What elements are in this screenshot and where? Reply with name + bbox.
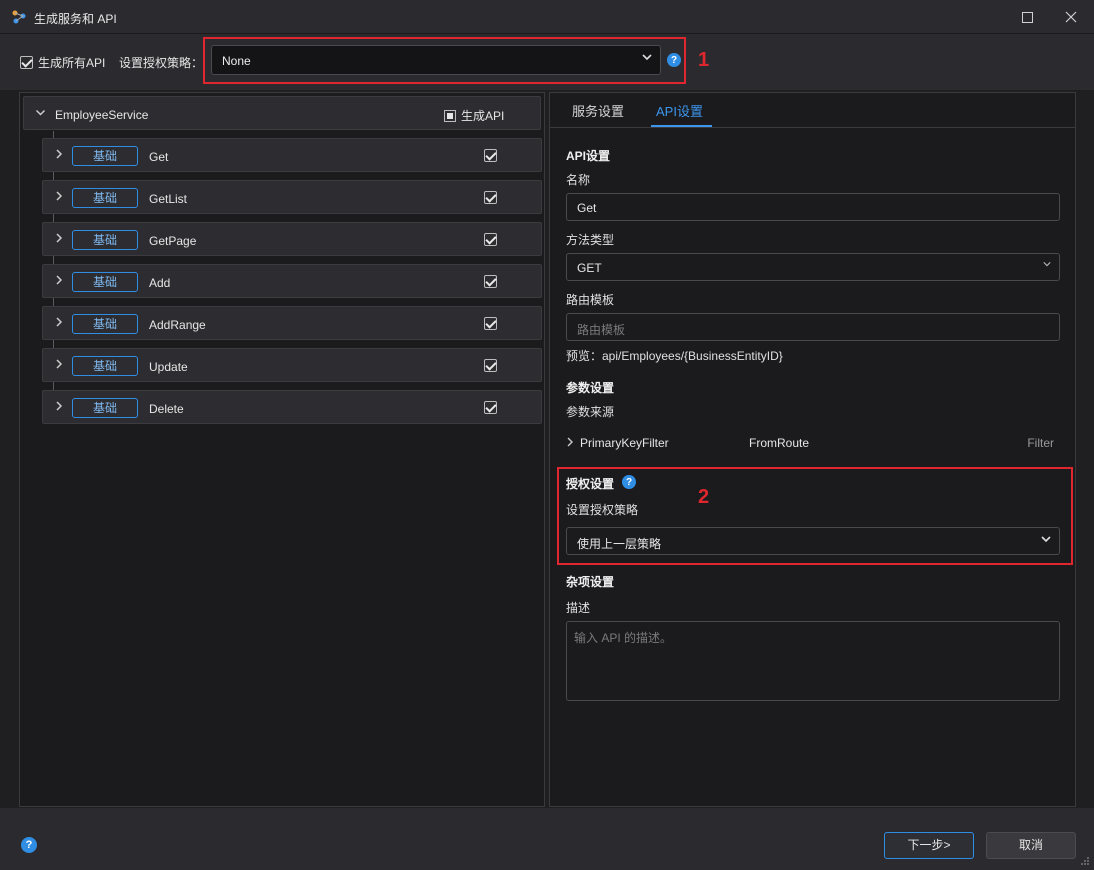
method-select[interactable]: GET (566, 253, 1060, 281)
api-name: Delete (149, 402, 184, 416)
param-row[interactable]: PrimaryKeyFilter FromRoute Filter (566, 435, 1060, 451)
api-name: AddRange (149, 318, 206, 332)
api-tag: 基础 (72, 272, 138, 292)
api-name: Get (149, 150, 169, 164)
api-row-getlist[interactable]: 基础 GetList (42, 180, 542, 214)
route-preview: 预览：api/Employees/{BusinessEntityID} (566, 349, 783, 363)
api-row-addrange[interactable]: 基础 AddRange (42, 306, 542, 340)
name-value: Get (577, 201, 597, 215)
cancel-button[interactable]: 取消 (986, 832, 1076, 859)
chevron-down-icon (1041, 534, 1051, 547)
title-bar: 生成服务和 API (0, 0, 1094, 34)
param-source: FromRoute (749, 436, 810, 450)
api-checkbox[interactable] (484, 317, 497, 330)
api-tag: 基础 (72, 188, 138, 208)
api-checkbox[interactable] (484, 149, 497, 162)
description-placeholder: 输入 API 的描述。 (574, 631, 673, 645)
next-button[interactable]: 下一步> (884, 832, 974, 859)
generate-api-toggle[interactable]: 生成API (444, 107, 504, 124)
settings-tabs: 服务设置 API设置 (550, 93, 1075, 128)
api-name: GetList (149, 192, 188, 206)
app-icon (12, 10, 26, 24)
service-tree-panel: EmployeeService 生成API 基础 Get 基础 GetList … (19, 92, 545, 807)
api-checkbox[interactable] (484, 275, 497, 288)
close-icon[interactable] (1060, 6, 1082, 28)
chevron-down-icon (642, 52, 652, 65)
api-tag: 基础 (72, 146, 138, 166)
method-value: GET (577, 261, 602, 275)
name-label: 名称 (566, 173, 591, 187)
api-row-update[interactable]: 基础 Update (42, 348, 542, 382)
param-settings-title: 参数设置 (566, 381, 615, 395)
help-icon[interactable]: ? (21, 837, 37, 853)
checkbox-icon[interactable] (20, 56, 33, 69)
chevron-right-icon[interactable] (54, 315, 64, 332)
api-name: Update (149, 360, 188, 374)
auth-policy-value: None (222, 54, 251, 68)
api-tag: 基础 (72, 356, 138, 376)
api-tag: 基础 (72, 314, 138, 334)
top-options-row: 生成所有API 设置授权策略： None ? 1 (0, 34, 1094, 90)
chevron-down-icon (1043, 260, 1051, 271)
chevron-right-icon[interactable] (54, 147, 64, 164)
chevron-right-icon[interactable] (566, 435, 574, 452)
service-name: EmployeeService (55, 108, 149, 122)
method-label: 方法类型 (566, 233, 615, 247)
auth-settings-title: 授权设置 (566, 477, 615, 491)
api-checkbox[interactable] (484, 191, 497, 204)
api-row-getpage[interactable]: 基础 GetPage (42, 222, 542, 256)
chevron-right-icon[interactable] (54, 231, 64, 248)
name-input[interactable]: Get (566, 193, 1060, 221)
active-tab-indicator (651, 125, 712, 127)
generate-api-label: 生成API (461, 109, 505, 123)
annotation-number-2: 2 (698, 486, 710, 508)
help-icon[interactable]: ? (622, 475, 636, 489)
service-row[interactable]: EmployeeService 生成API (23, 96, 541, 130)
partial-checkbox-icon[interactable] (444, 109, 456, 122)
settings-panel: 服务设置 API设置 API设置 名称 Get 方法类型 GET 路由模板 路由… (549, 92, 1076, 807)
param-kind: Filter (1027, 436, 1054, 450)
auth-policy-select[interactable]: 使用上一层策略 (566, 527, 1060, 555)
auth-policy-value: 使用上一层策略 (577, 537, 662, 551)
maximize-icon[interactable] (1016, 6, 1038, 28)
description-label: 描述 (566, 601, 591, 615)
chevron-right-icon[interactable] (54, 357, 64, 374)
api-checkbox[interactable] (484, 401, 497, 414)
api-row-get[interactable]: 基础 Get (42, 138, 542, 172)
chevron-right-icon[interactable] (54, 273, 64, 290)
api-tag: 基础 (72, 230, 138, 250)
tab-service-settings[interactable]: 服务设置 (572, 101, 624, 120)
api-settings-title: API设置 (566, 149, 611, 163)
api-row-add[interactable]: 基础 Add (42, 264, 542, 298)
param-source-label: 参数来源 (566, 405, 615, 419)
auth-policy-label: 设置授权策略 (566, 503, 639, 517)
api-checkbox[interactable] (484, 359, 497, 372)
generate-all-api-label: 生成所有API (38, 56, 106, 70)
auth-policy-select[interactable]: None (211, 45, 661, 75)
description-textarea[interactable]: 输入 API 的描述。 (566, 621, 1060, 701)
misc-settings-title: 杂项设置 (566, 575, 615, 589)
chevron-down-icon[interactable] (33, 108, 46, 118)
generate-all-api-checkbox[interactable]: 生成所有API (20, 54, 105, 71)
resize-grip-icon[interactable] (1080, 856, 1090, 866)
window-title: 生成服务和 API (34, 12, 117, 26)
route-template-input[interactable]: 路由模板 (566, 313, 1060, 341)
auth-policy-label: 设置授权策略： (119, 56, 204, 70)
api-checkbox[interactable] (484, 233, 497, 246)
route-label: 路由模板 (566, 293, 615, 307)
api-name: GetPage (149, 234, 197, 248)
param-name: PrimaryKeyFilter (580, 436, 669, 450)
help-icon[interactable]: ? (667, 53, 681, 67)
api-row-delete[interactable]: 基础 Delete (42, 390, 542, 424)
footer-bar: ? 下一步> 取消 (0, 808, 1094, 870)
chevron-right-icon[interactable] (54, 399, 64, 416)
tab-api-settings[interactable]: API设置 (656, 101, 703, 120)
route-placeholder: 路由模板 (577, 323, 626, 337)
api-tag: 基础 (72, 398, 138, 418)
api-name: Add (149, 276, 171, 290)
chevron-right-icon[interactable] (54, 189, 64, 206)
annotation-number-1: 1 (698, 49, 710, 71)
